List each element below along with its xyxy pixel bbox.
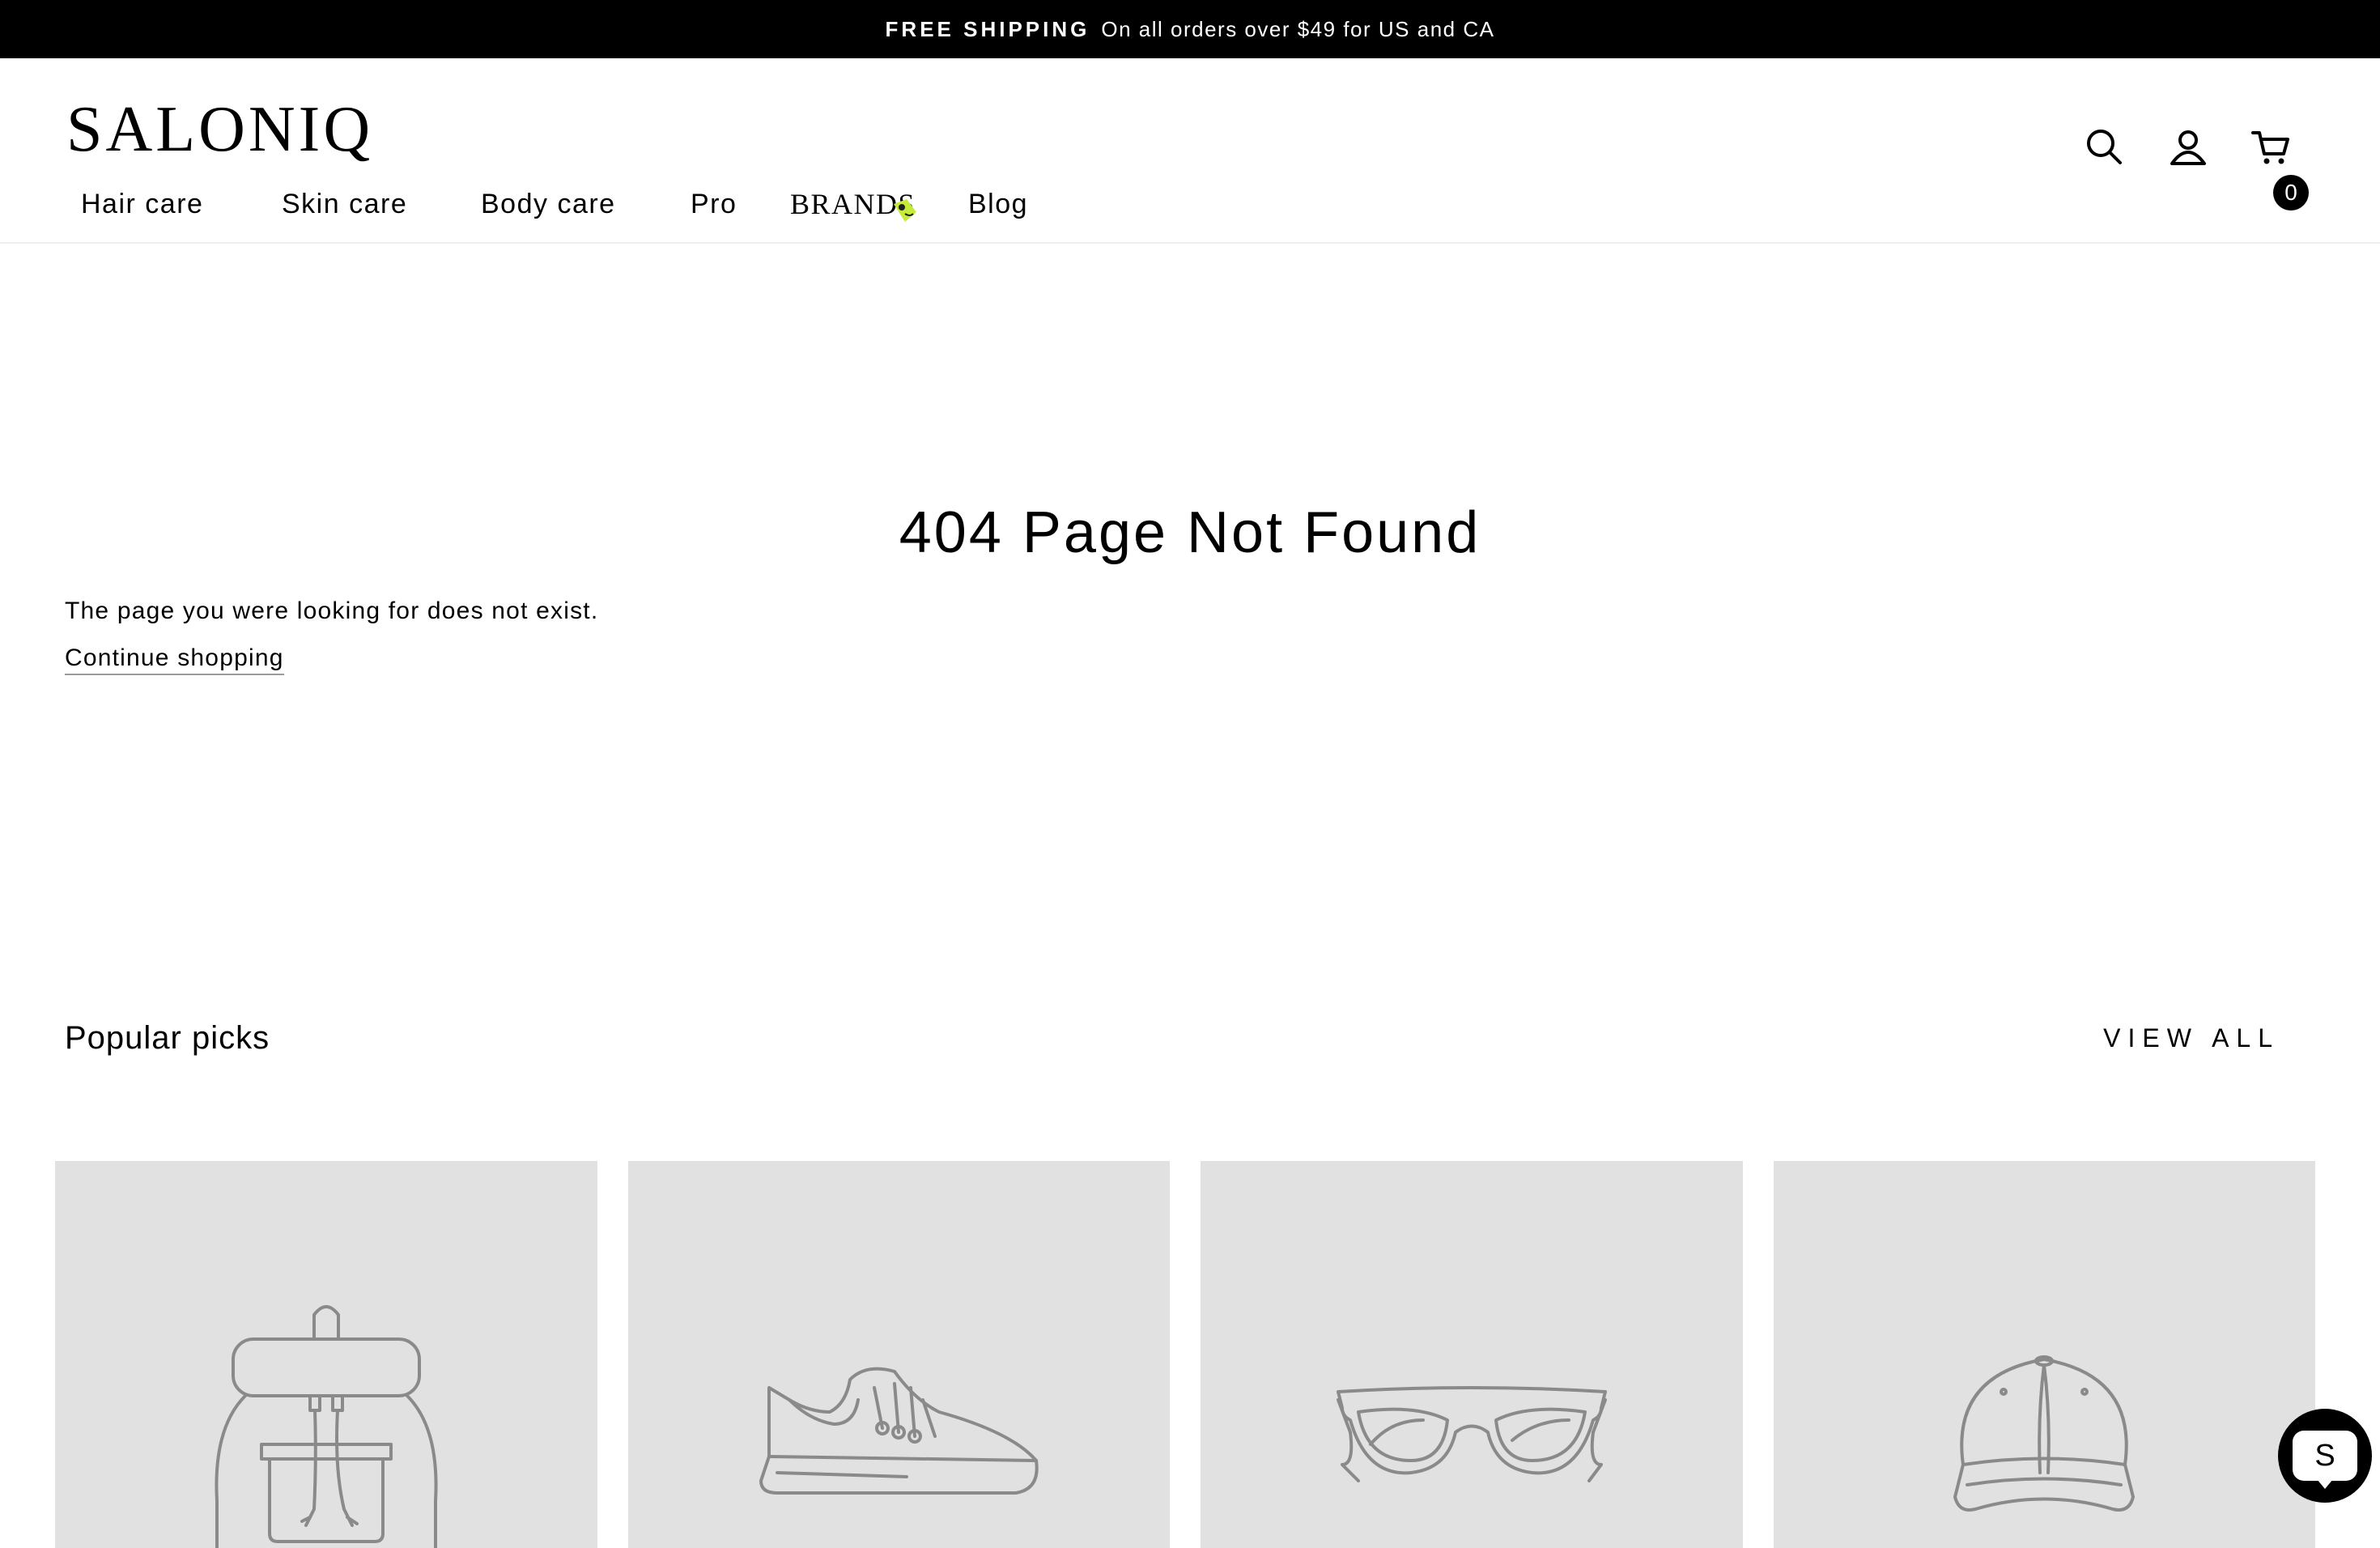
backpack-icon (215, 1305, 438, 1548)
site-header: SALONIQ Hair care Skin care Body care Pr… (0, 58, 2380, 244)
cart-icon[interactable] (2250, 126, 2291, 167)
nav-item-body-care[interactable]: Body care (481, 180, 616, 228)
view-all-link[interactable]: VIEW ALL (2103, 1023, 2280, 1053)
account-icon[interactable] (2168, 126, 2208, 167)
not-found-message: The page you were looking for does not e… (65, 598, 599, 624)
product-card-sunglasses[interactable] (1201, 1161, 1743, 1548)
popular-picks-title: Popular picks (65, 1020, 270, 1056)
announcement-text: On all orders over $49 for US and CA (1101, 16, 1495, 41)
announcement-strong: FREE SHIPPING (885, 16, 1090, 41)
nav-item-skin-care[interactable]: Skin care (282, 180, 407, 228)
sneaker-icon (759, 1367, 1039, 1495)
product-card-backpack[interactable] (55, 1161, 597, 1548)
nav-item-blog[interactable]: Blog (968, 180, 1028, 228)
sunglasses-icon (1336, 1386, 1607, 1482)
cart-count-badge: 0 (2273, 175, 2309, 211)
chat-widget-button[interactable]: S (2278, 1409, 2372, 1503)
product-card-sneaker[interactable] (627, 1161, 1170, 1548)
cap-icon (1953, 1355, 2136, 1512)
nav-item-pro[interactable]: Pro (691, 180, 737, 228)
chat-label: S (2314, 1438, 2335, 1473)
product-grid (55, 1161, 2315, 1548)
brands-sale-tag-icon (894, 199, 916, 222)
nav-item-hair-care[interactable]: Hair care (81, 180, 203, 228)
product-card-cap[interactable] (1773, 1161, 2315, 1548)
chat-bubble-icon: S (2293, 1431, 2357, 1481)
search-icon[interactable] (2084, 126, 2124, 167)
continue-shopping-link[interactable]: Continue shopping (65, 644, 284, 675)
page-title: 404 Page Not Found (899, 500, 1481, 565)
announcement-bar: FREE SHIPPING On all orders over $49 for… (0, 0, 2380, 58)
site-logo[interactable]: SALONIQ (66, 97, 373, 162)
